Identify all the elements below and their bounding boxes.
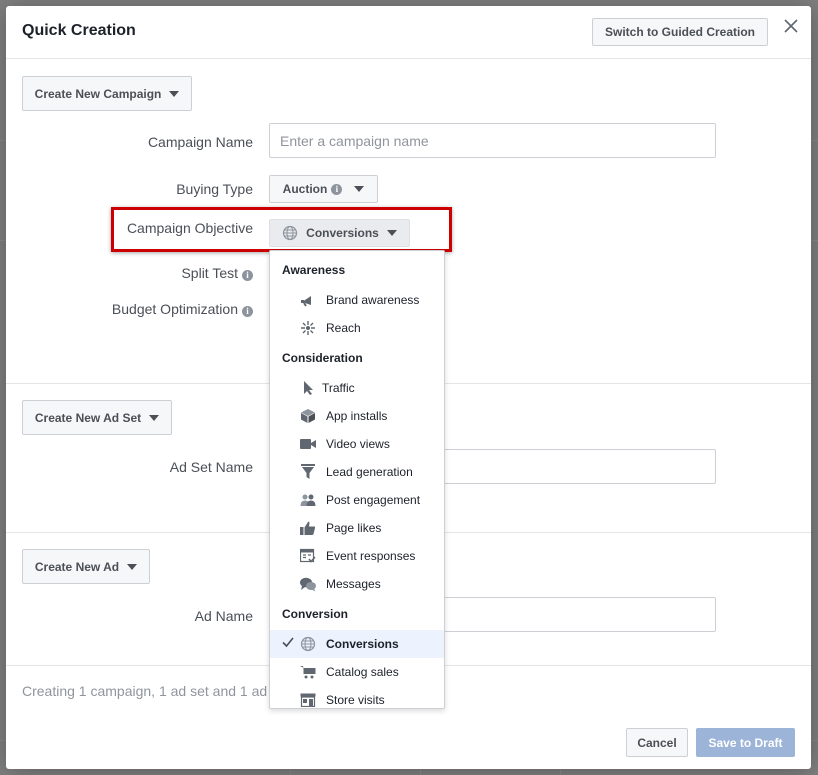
menu-item-label: Lead generation	[326, 465, 413, 479]
info-icon: i	[242, 270, 253, 281]
modal-header: Quick Creation Switch to Guided Creation	[6, 6, 811, 59]
chevron-down-icon	[354, 186, 365, 192]
campaign-name-input[interactable]	[269, 123, 716, 158]
quick-creation-modal: Quick Creation Switch to Guided Creation…	[6, 6, 811, 769]
menu-item-app-installs[interactable]: App installs	[270, 402, 444, 430]
box-icon	[300, 408, 316, 424]
menu-item-brand-awareness[interactable]: Brand awareness	[270, 286, 444, 314]
objective-highlight-frame	[111, 207, 452, 252]
funnel-icon	[300, 464, 316, 480]
menu-item-label: Traffic	[322, 381, 355, 395]
menu-item-label: App installs	[326, 409, 388, 423]
menu-item-label: Store visits	[326, 693, 385, 707]
create-new-ad-set-button[interactable]: Create New Ad Set	[22, 400, 172, 435]
buying-type-label: Buying Type	[176, 181, 253, 197]
save-to-draft-button[interactable]: Save to Draft	[696, 728, 795, 757]
ad-set-name-label: Ad Set Name	[169, 459, 253, 475]
chevron-down-icon	[127, 563, 138, 570]
creation-summary: Creating 1 campaign, 1 ad set and 1 ad	[22, 683, 268, 699]
budget-optimization-label: Budget Optimization i	[13, 301, 253, 317]
create-new-campaign-label: Create New Campaign	[34, 86, 162, 101]
chat-bubbles-icon	[300, 576, 316, 592]
split-test-label: Split Test i	[13, 265, 253, 281]
menu-item-reach[interactable]: Reach	[270, 314, 444, 342]
menu-item-event-responses[interactable]: Event responses	[270, 542, 444, 570]
info-icon: i	[242, 306, 253, 317]
group-heading-conversion: Conversion	[282, 607, 349, 621]
reach-icon	[300, 320, 316, 336]
menu-item-label: Page likes	[326, 521, 382, 535]
globe-icon	[300, 636, 316, 652]
menu-item-traffic[interactable]: Traffic	[270, 374, 444, 402]
buying-type-value: Auction	[282, 182, 328, 196]
info-icon: i	[331, 183, 343, 195]
group-heading-consideration: Consideration	[282, 351, 363, 365]
cursor-icon	[300, 380, 316, 396]
menu-item-label: Reach	[326, 321, 361, 335]
calendar-icon	[300, 548, 316, 564]
create-new-ad-label: Create New Ad	[34, 559, 120, 574]
chevron-down-icon	[149, 414, 160, 421]
menu-item-conversions[interactable]: Conversions	[270, 630, 444, 658]
people-icon	[300, 492, 316, 508]
megaphone-icon	[300, 292, 316, 308]
menu-item-store-visits[interactable]: Store visits	[270, 686, 444, 714]
store-icon	[300, 692, 316, 708]
menu-item-label: Catalog sales	[326, 665, 399, 679]
video-camera-icon	[300, 436, 316, 452]
menu-item-label: Post engagement	[326, 493, 421, 507]
menu-item-catalog-sales[interactable]: Catalog sales	[270, 658, 444, 686]
menu-item-messages[interactable]: Messages	[270, 570, 444, 598]
campaign-name-label: Campaign Name	[147, 134, 253, 150]
create-new-ad-button[interactable]: Create New Ad	[22, 549, 150, 584]
switch-to-guided-button[interactable]: Switch to Guided Creation	[592, 18, 768, 46]
menu-item-post-engagement[interactable]: Post engagement	[270, 486, 444, 514]
menu-item-label: Event responses	[326, 549, 416, 563]
menu-item-label: Video views	[326, 437, 390, 451]
create-new-ad-set-label: Create New Ad Set	[34, 410, 142, 425]
objective-dropdown-menu: Awareness Brand awareness Reach Consider…	[269, 250, 445, 709]
ad-name-label: Ad Name	[194, 608, 253, 624]
group-heading-awareness: Awareness	[282, 263, 346, 277]
menu-item-page-likes[interactable]: Page likes	[270, 514, 444, 542]
chevron-down-icon	[169, 90, 180, 97]
cart-icon	[300, 664, 316, 680]
budget-optimization-text: Budget Optimization	[111, 301, 238, 317]
thumbs-up-icon	[300, 520, 316, 536]
create-new-campaign-button[interactable]: Create New Campaign	[22, 76, 192, 111]
cancel-button[interactable]: Cancel	[626, 728, 688, 757]
menu-item-video-views[interactable]: Video views	[270, 430, 444, 458]
close-icon[interactable]	[782, 17, 800, 35]
buying-type-select[interactable]: Auction i	[269, 175, 378, 203]
menu-item-lead-generation[interactable]: Lead generation	[270, 458, 444, 486]
modal-title: Quick Creation	[22, 22, 136, 39]
checkmark-icon	[282, 637, 294, 648]
menu-item-label: Conversions	[326, 637, 399, 651]
split-test-text: Split Test	[181, 265, 238, 281]
menu-item-label: Brand awareness	[326, 293, 420, 307]
menu-item-label: Messages	[326, 577, 381, 591]
